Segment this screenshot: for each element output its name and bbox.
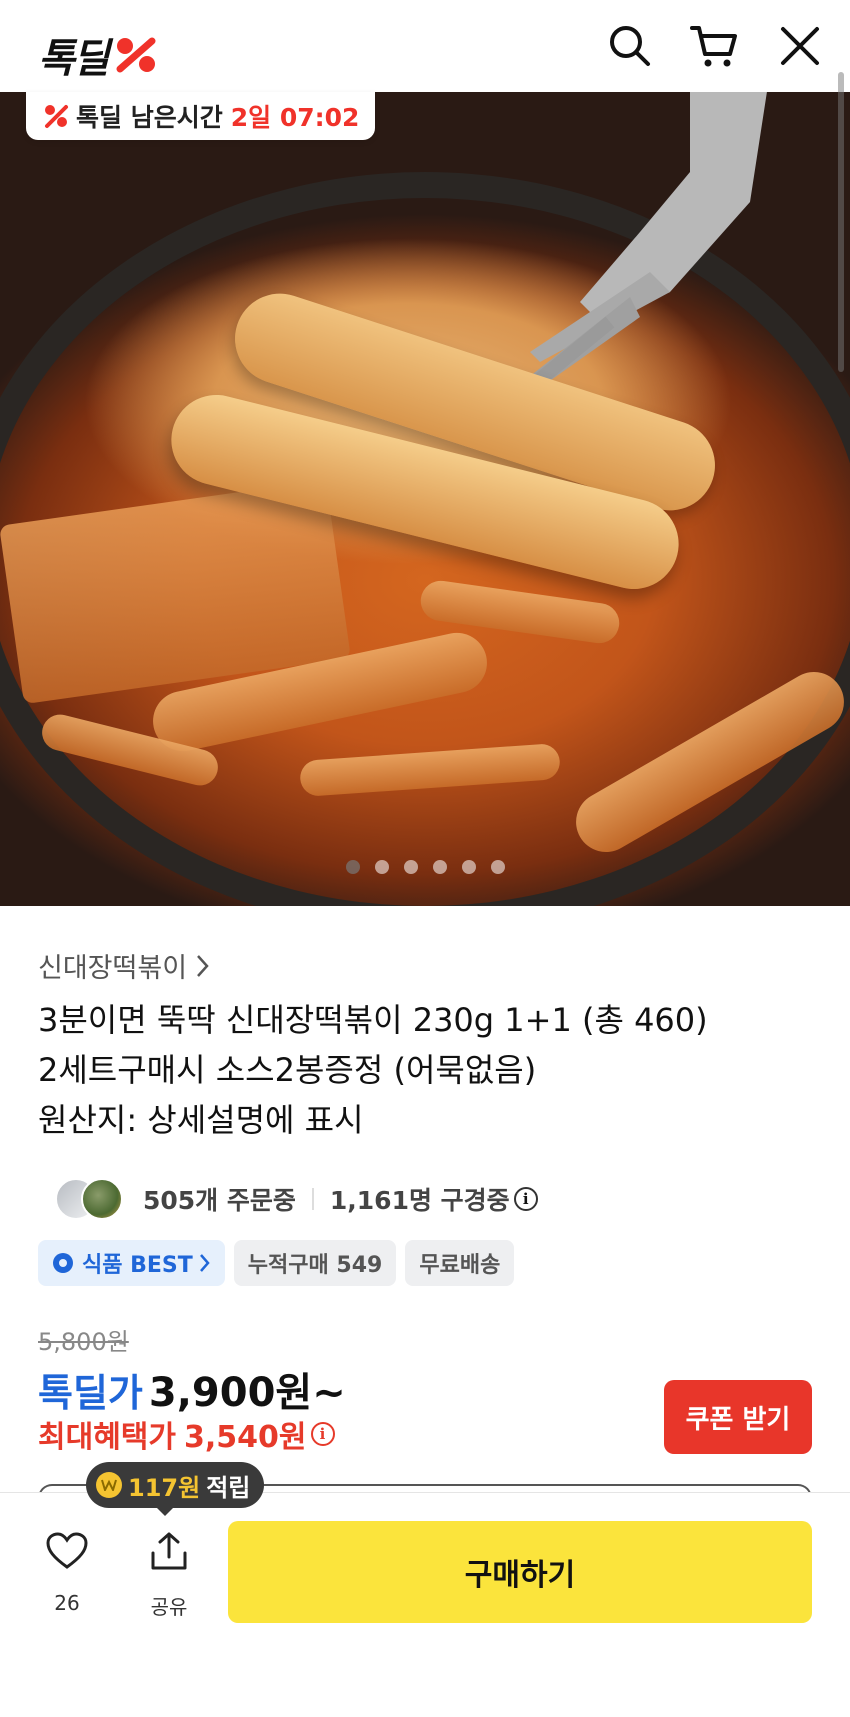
max-benefit-price: 3,540원 — [184, 1420, 307, 1455]
tooltip-tail — [155, 1506, 175, 1516]
share-icon — [151, 1532, 187, 1570]
store-name: 신대장떡볶이 — [38, 953, 188, 984]
discount-percent-mark-icon — [116, 37, 156, 73]
logo-text: 톡딜 — [38, 37, 110, 81]
carousel-dot-3[interactable] — [403, 860, 418, 874]
original-price: 5,800원 — [38, 1328, 129, 1356]
search-button[interactable] — [606, 22, 654, 70]
heart-icon — [46, 1532, 88, 1569]
product-title-line-1: 3분이면 뚝딱 신대장떡볶이 230g 1+1 (총 460) — [38, 1001, 708, 1039]
food-best-badge[interactable]: 식품 BEST — [38, 1240, 225, 1286]
top-header: 톡딜 — [0, 0, 850, 92]
info-icon[interactable]: i — [310, 1422, 335, 1446]
share-label: 공유 — [150, 1595, 188, 1619]
talkdeal-logo[interactable]: 톡딜 — [38, 26, 158, 84]
discount-percent-icon — [45, 105, 68, 128]
carousel-indicator — [0, 860, 850, 874]
product-title-line-3: 원산지: 상세설명에 표시 — [38, 1101, 364, 1139]
carousel-dot-2[interactable] — [374, 860, 389, 874]
product-title-line-2: 2세트구매시 소스2봉증정 (어묵없음) — [38, 1051, 537, 1089]
carousel-dot-1[interactable] — [345, 860, 360, 874]
fork-graphic — [520, 92, 767, 405]
social-proof: 505개 주문중 1,161명 구경중 i — [55, 1176, 538, 1222]
share-button[interactable]: 공유 — [134, 1531, 204, 1620]
max-benefit-label: 최대혜택가 — [38, 1420, 176, 1455]
cumulative-purchase-badge: 누적구매 549 — [233, 1240, 397, 1286]
free-shipping-badge: 무료배송 — [405, 1240, 515, 1286]
store-breadcrumb[interactable]: 신대장떡볶이 — [38, 946, 211, 985]
cart-button[interactable] — [690, 22, 738, 70]
reward-label: 적립 — [206, 1473, 251, 1502]
page-scrollbar[interactable] — [838, 72, 844, 372]
avatar — [81, 1178, 123, 1220]
deal-price: 3,900원~ — [148, 1370, 346, 1416]
product-image-carousel[interactable] — [0, 92, 850, 906]
deal-price-label: 톡딜가 — [38, 1371, 143, 1415]
get-coupon-button[interactable]: 쿠폰 받기 — [664, 1380, 812, 1454]
info-icon[interactable]: i — [513, 1187, 538, 1211]
divider — [311, 1188, 314, 1210]
w-mark-icon — [101, 1479, 117, 1491]
reward-amount: 117원 — [128, 1473, 201, 1502]
deal-price-row: 톡딜가 3,900원~ — [38, 1360, 346, 1418]
chevron-right-icon — [199, 1254, 210, 1272]
search-icon — [610, 26, 650, 66]
product-title: 3분이면 뚝딱 신대장떡볶이 230g 1+1 (총 460) 2세트구매시 소… — [38, 995, 818, 1145]
carousel-dot-6[interactable] — [490, 860, 505, 874]
food-best-label: 식품 BEST — [82, 1253, 193, 1278]
like-count: 26 — [54, 1591, 80, 1615]
best-seal-icon — [53, 1253, 73, 1273]
close-button[interactable] — [776, 22, 824, 70]
timer-value: 2일 07:02 — [230, 103, 360, 132]
viewers-count: 1,161명 구경중 — [329, 1186, 510, 1215]
like-button[interactable]: 26 — [32, 1531, 102, 1615]
orders-count: 505개 주문중 — [143, 1186, 296, 1215]
cart-icon — [690, 26, 737, 67]
close-icon — [781, 27, 819, 65]
badge-row: 식품 BEST 누적구매 549 무료배송 — [38, 1240, 515, 1286]
max-benefit-row: 최대혜택가 3,540원 i — [38, 1412, 335, 1456]
bottom-action-bar: 26 공유 구매하기 — [0, 1492, 850, 1717]
deal-timer: 톡딜 남은시간 2일 07:02 — [26, 92, 376, 140]
timer-label: 톡딜 남은시간 — [76, 103, 223, 132]
carousel-dot-4[interactable] — [432, 860, 447, 874]
chevron-right-icon — [197, 954, 209, 977]
buy-button[interactable]: 구매하기 — [228, 1521, 812, 1623]
reward-points-tooltip: 117원 적립 — [86, 1462, 265, 1508]
coin-icon — [96, 1472, 122, 1498]
carousel-dot-5[interactable] — [461, 860, 476, 874]
